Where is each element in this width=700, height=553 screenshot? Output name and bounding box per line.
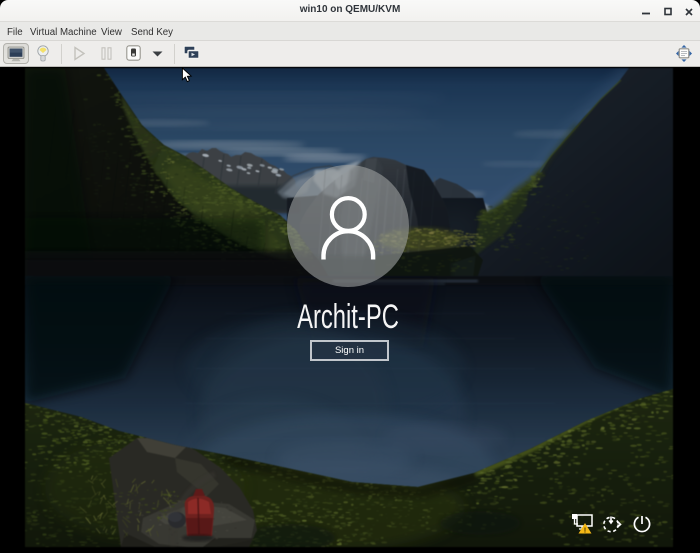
svg-text:!: ! bbox=[584, 526, 587, 535]
